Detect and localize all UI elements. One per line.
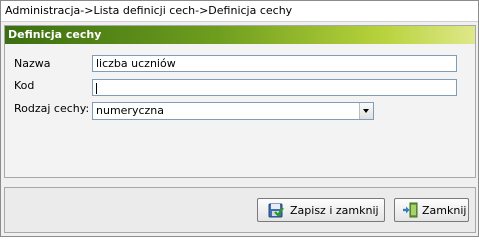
type-select[interactable]: numeryczna bbox=[92, 102, 374, 120]
code-field[interactable] bbox=[92, 79, 457, 96]
window: Administracja->Lista definicji cech->Def… bbox=[0, 0, 479, 237]
name-label: Nazwa bbox=[14, 57, 51, 70]
panel-title: Definicja cechy bbox=[8, 28, 102, 41]
name-field[interactable]: liczba uczniów bbox=[92, 55, 457, 72]
save-and-close-button[interactable]: Zapisz i zamknij bbox=[257, 198, 385, 222]
close-button[interactable]: Zamknij bbox=[394, 198, 469, 222]
text-cursor bbox=[96, 82, 97, 94]
chevron-down-icon bbox=[363, 109, 369, 113]
breadcrumb-text: Administracja->Lista definicji cech->Def… bbox=[5, 4, 293, 17]
save-and-close-label: Zapisz i zamknij bbox=[290, 204, 379, 217]
definition-panel: Definicja cechy Nazwa liczba uczniów Kod… bbox=[4, 25, 476, 178]
breadcrumb: Administracja->Lista definicji cech->Def… bbox=[1, 1, 478, 22]
panel-header: Definicja cechy bbox=[5, 26, 475, 44]
close-label: Zamknij bbox=[422, 204, 467, 217]
type-select-value: numeryczna bbox=[96, 104, 164, 117]
code-label: Kod bbox=[14, 79, 35, 92]
exit-icon bbox=[403, 202, 418, 218]
type-label: Rodzaj cechy: bbox=[14, 102, 90, 115]
type-select-dropdown-button[interactable] bbox=[359, 103, 373, 119]
footer-bar: Zapisz i zamknij Zamknij bbox=[4, 187, 476, 233]
save-icon bbox=[268, 203, 284, 218]
